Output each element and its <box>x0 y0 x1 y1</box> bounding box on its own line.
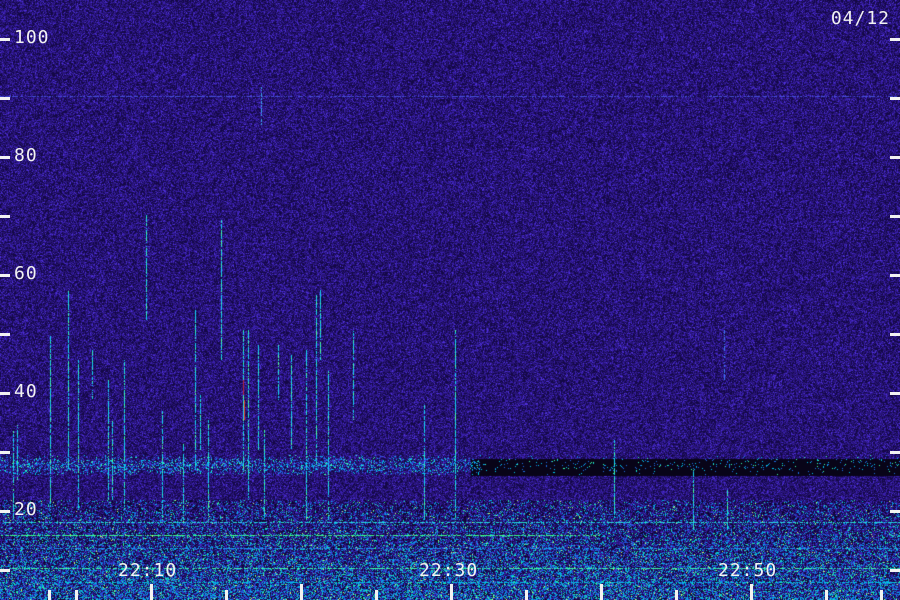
spectrogram-viewer: 04/12 100 80 60 40 20 22:10 22:30 22:50 <box>0 0 900 600</box>
spectrogram-canvas <box>0 0 900 600</box>
